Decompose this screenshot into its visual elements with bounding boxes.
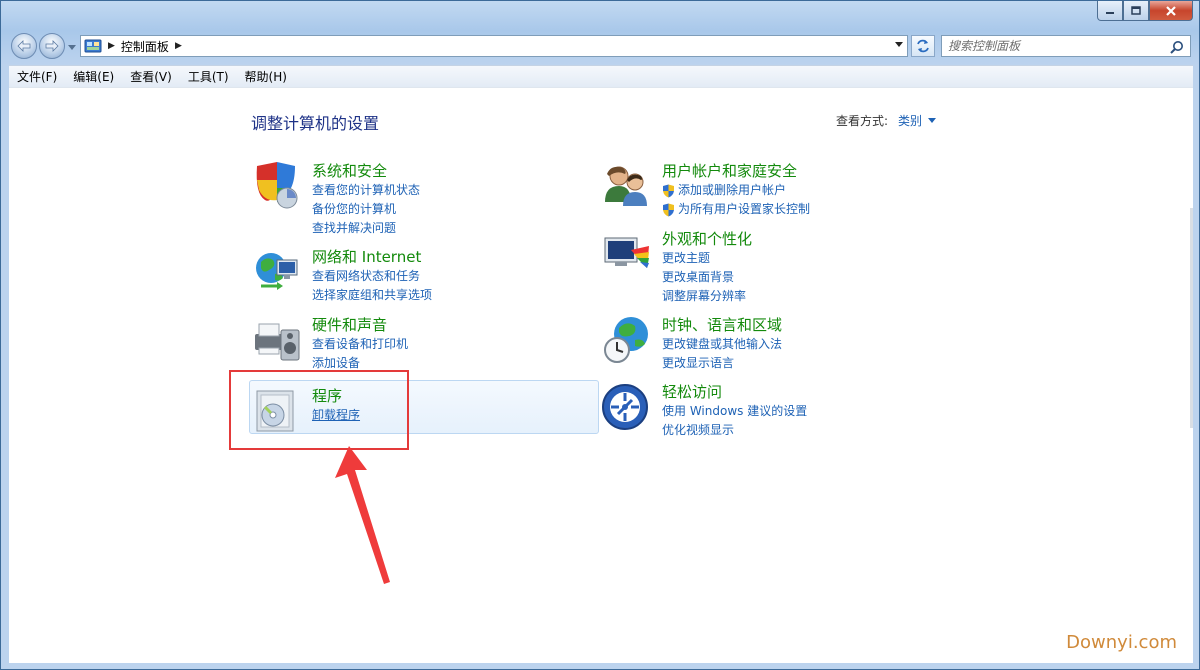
- category-ease-of-access: 轻松访问 使用 Windows 建议的设置 优化视频显示: [601, 381, 921, 445]
- link-screen-resolution[interactable]: 调整屏幕分辨率: [662, 287, 746, 306]
- appearance-monitor-icon: [604, 237, 649, 268]
- category-links: 添加或删除用户帐户 为所有用户设置家长控制: [662, 181, 810, 219]
- link-add-remove-accounts[interactable]: 添加或删除用户帐户: [662, 181, 810, 200]
- menu-view[interactable]: 查看(V): [122, 67, 180, 87]
- breadcrumb-separator-icon: ▶: [108, 41, 115, 51]
- category-links: 更改键盘或其他输入法 更改显示语言: [662, 335, 782, 373]
- back-button[interactable]: [11, 33, 37, 59]
- category-clock-language-region: 时钟、语言和区域 更改键盘或其他输入法 更改显示语言: [601, 314, 921, 378]
- link-change-theme[interactable]: 更改主题: [662, 249, 746, 268]
- category-network-internet: 网络和 Internet 查看网络状态和任务 选择家庭组和共享选项: [251, 246, 571, 310]
- view-by-selector: 查看方式: 类别: [836, 112, 937, 129]
- link-label[interactable]: 添加或删除用户帐户: [678, 181, 786, 200]
- ease-of-access-icon: [602, 384, 648, 430]
- link-homegroup-sharing[interactable]: 选择家庭组和共享选项: [312, 286, 432, 305]
- uac-shield-icon: [663, 184, 674, 197]
- link-network-status[interactable]: 查看网络状态和任务: [312, 267, 432, 286]
- category-title[interactable]: 硬件和声音: [312, 314, 387, 335]
- users-icon: [605, 166, 647, 206]
- address-dropdown-icon[interactable]: [895, 42, 903, 47]
- category-links: 使用 Windows 建议的设置 优化视频显示: [662, 402, 807, 440]
- caption-buttons: [1097, 1, 1193, 21]
- security-shield-icon: [256, 162, 298, 209]
- link-devices-printers[interactable]: 查看设备和打印机: [312, 335, 408, 354]
- maximize-icon: [1131, 6, 1141, 15]
- view-by-label: 查看方式:: [836, 114, 889, 128]
- menu-edit[interactable]: 编辑(E): [65, 67, 122, 87]
- category-links: 更改主题 更改桌面背景 调整屏幕分辨率: [662, 249, 746, 306]
- category-appearance: 外观和个性化 更改主题 更改桌面背景 调整屏幕分辨率: [601, 228, 921, 303]
- page-title: 调整计算机的设置: [251, 114, 380, 133]
- category-system-security: 系统和安全 查看您的计算机状态 备份您的计算机 查找并解决问题: [251, 160, 571, 235]
- network-globe-icon: [256, 253, 298, 290]
- view-by-value[interactable]: 类别: [898, 112, 922, 129]
- forward-arrow-icon: [45, 40, 59, 52]
- category-title[interactable]: 时钟、语言和区域: [662, 314, 782, 335]
- control-panel-window: ▶ 控制面板 ▶ 文件(F) 编辑(E) 查看(V) 工具(T) 帮助(H): [0, 0, 1200, 670]
- minimize-icon: [1106, 11, 1114, 14]
- link-parental-controls[interactable]: 为所有用户设置家长控制: [662, 200, 810, 219]
- category-title[interactable]: 系统和安全: [312, 160, 387, 181]
- link-change-keyboard[interactable]: 更改键盘或其他输入法: [662, 335, 782, 354]
- category-title[interactable]: 用户帐户和家庭安全: [662, 160, 797, 181]
- breadcrumb-control-panel[interactable]: 控制面板: [121, 38, 169, 55]
- link-change-background[interactable]: 更改桌面背景: [662, 268, 746, 287]
- content-pane: 调整计算机的设置 查看方式: 类别 系统和安全 查看您的计算机状态 备份您的计算…: [9, 87, 1193, 663]
- forward-button[interactable]: [39, 33, 65, 59]
- category-links: 查看设备和打印机 添加设备: [312, 335, 408, 373]
- search-box[interactable]: [941, 35, 1191, 57]
- refresh-button[interactable]: [911, 35, 935, 57]
- menu-file[interactable]: 文件(F): [9, 67, 65, 87]
- category-title[interactable]: 轻松访问: [662, 381, 722, 402]
- address-bar[interactable]: ▶ 控制面板 ▶: [80, 35, 908, 57]
- watermark: Downyi.com: [1066, 632, 1177, 653]
- category-user-accounts: 用户帐户和家庭安全 添加或删除用户帐户 为所有用户设置家长控制: [601, 160, 921, 224]
- maximize-button[interactable]: [1123, 1, 1149, 21]
- refresh-icon: [917, 39, 929, 53]
- control-panel-icon: [84, 39, 102, 53]
- recent-pages-dropdown[interactable]: [67, 42, 77, 52]
- link-label[interactable]: 为所有用户设置家长控制: [678, 200, 810, 219]
- search-input[interactable]: [948, 39, 1166, 53]
- link-recommended-settings[interactable]: 使用 Windows 建议的设置: [662, 402, 807, 421]
- category-links: 查看您的计算机状态 备份您的计算机 查找并解决问题: [312, 181, 420, 238]
- menu-bar: 文件(F) 编辑(E) 查看(V) 工具(T) 帮助(H): [9, 65, 1193, 87]
- breadcrumb-separator-icon[interactable]: ▶: [175, 41, 182, 51]
- menu-tools[interactable]: 工具(T): [180, 67, 237, 87]
- uac-shield-icon: [663, 203, 674, 216]
- link-troubleshoot[interactable]: 查找并解决问题: [312, 219, 420, 238]
- menu-help[interactable]: 帮助(H): [237, 67, 295, 87]
- navigation-bar: ▶ 控制面板 ▶: [1, 33, 1200, 59]
- close-button[interactable]: [1149, 1, 1193, 21]
- category-links: 查看网络状态和任务 选择家庭组和共享选项: [312, 267, 432, 305]
- link-optimize-display[interactable]: 优化视频显示: [662, 421, 807, 440]
- chevron-down-icon: [68, 44, 76, 50]
- chevron-down-icon[interactable]: [928, 118, 937, 123]
- category-title[interactable]: 外观和个性化: [662, 228, 752, 249]
- category-hardware-sound: 硬件和声音 查看设备和打印机 添加设备: [251, 314, 571, 378]
- scrollbar-track[interactable]: [1190, 208, 1193, 428]
- close-icon: [1166, 5, 1176, 16]
- link-change-display-language[interactable]: 更改显示语言: [662, 354, 782, 373]
- search-icon[interactable]: [1170, 40, 1184, 54]
- minimize-button[interactable]: [1097, 1, 1123, 21]
- link-backup-computer[interactable]: 备份您的计算机: [312, 200, 420, 219]
- clock-globe-icon: [604, 317, 648, 363]
- link-view-computer-status[interactable]: 查看您的计算机状态: [312, 181, 420, 200]
- category-title[interactable]: 网络和 Internet: [312, 246, 421, 267]
- printer-speaker-icon: [255, 323, 300, 361]
- back-arrow-icon: [17, 40, 31, 52]
- annotation-arrow-icon: [335, 446, 390, 584]
